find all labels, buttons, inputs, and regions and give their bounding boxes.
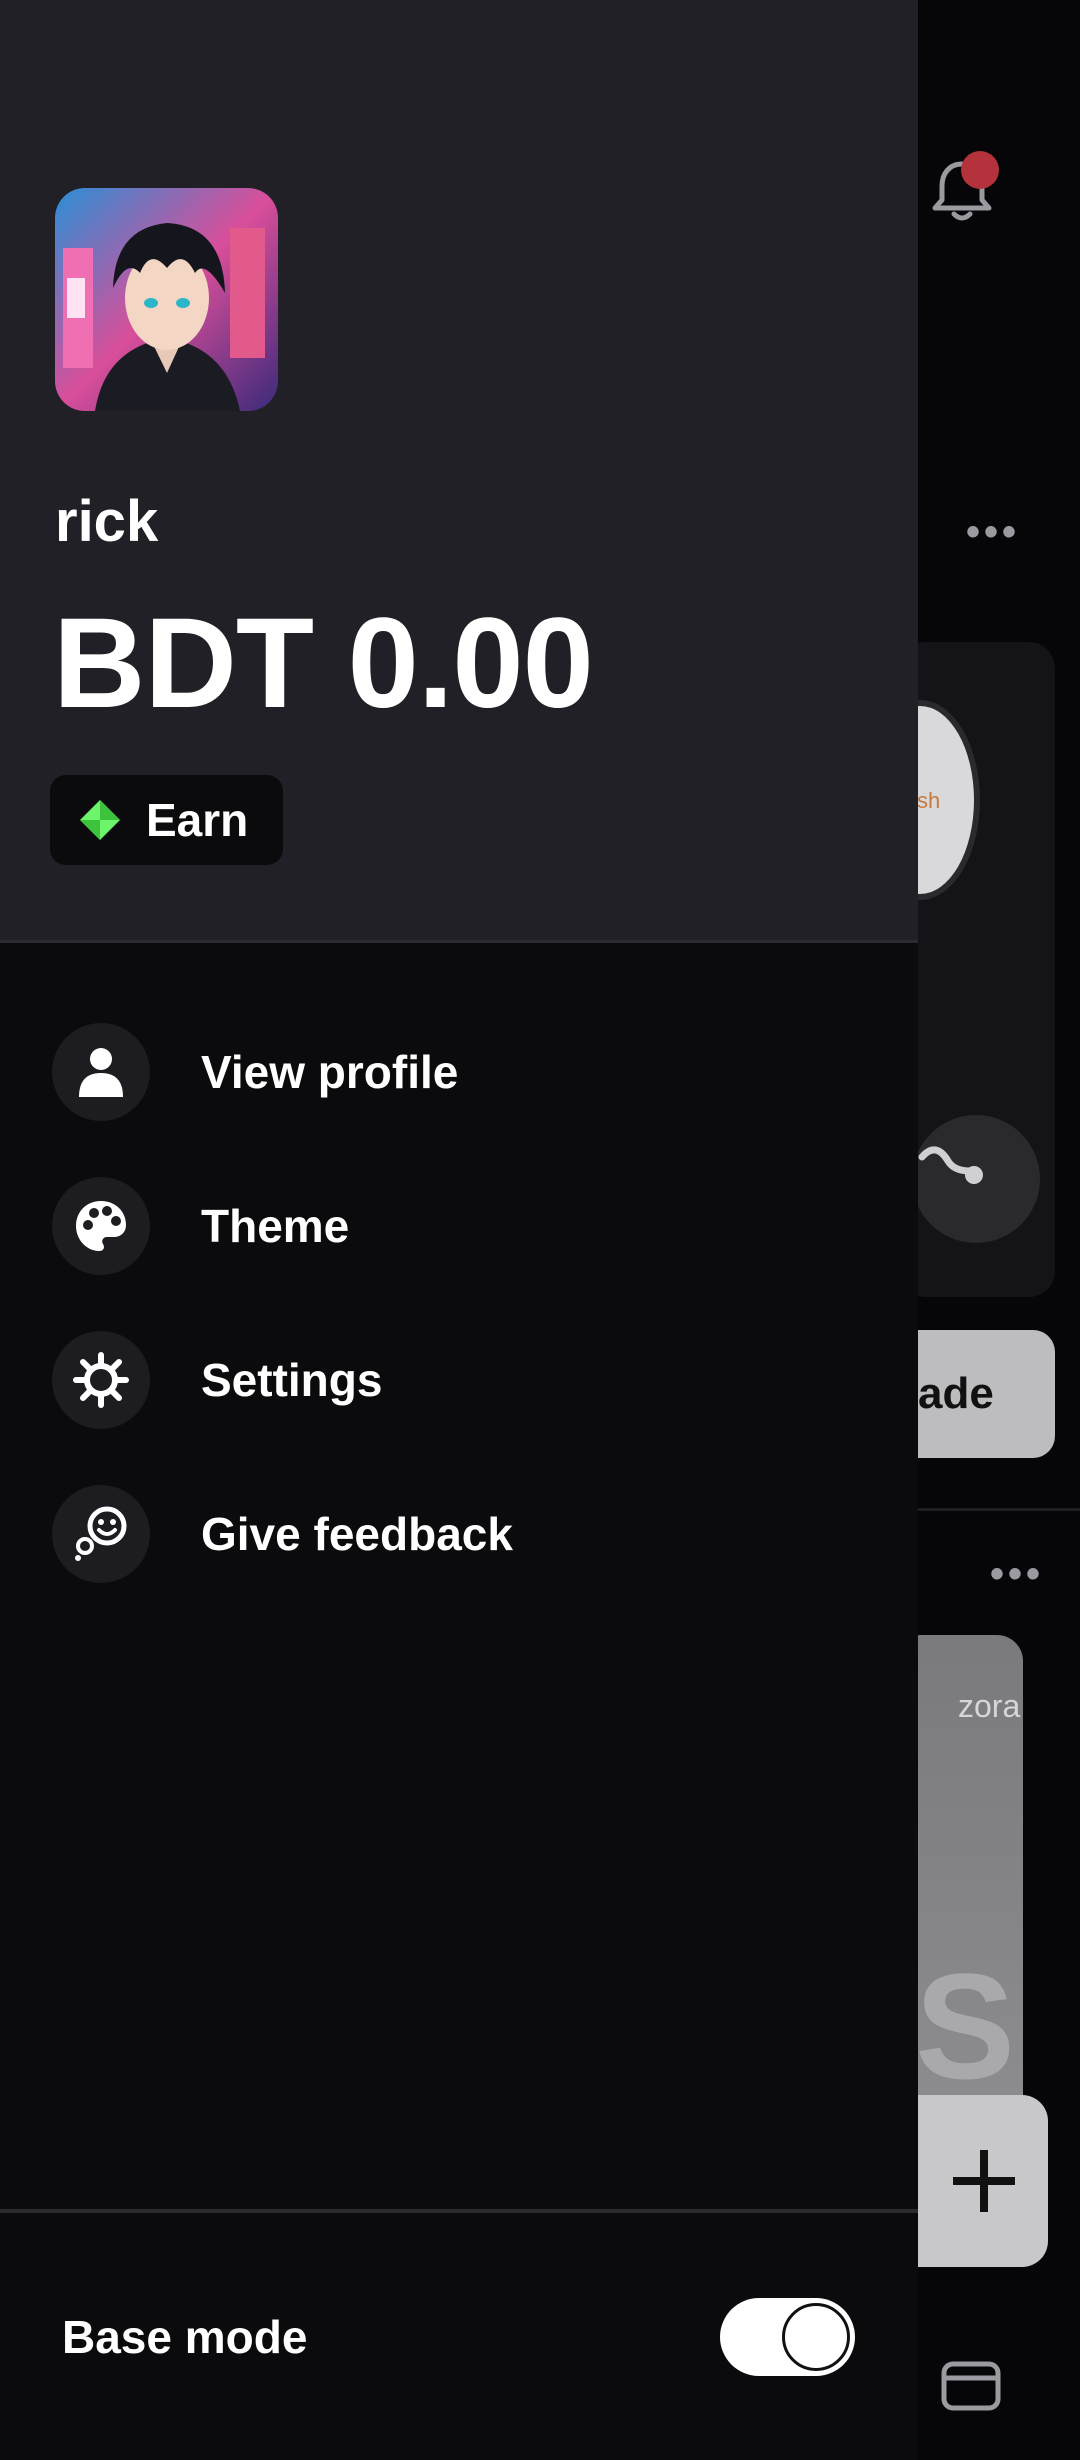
earn-label: Earn xyxy=(146,794,249,846)
wallet-tab-icon[interactable] xyxy=(940,2352,1002,2414)
media-source-label: zora xyxy=(958,1688,1021,1724)
diamond-icon xyxy=(80,800,120,840)
person-icon xyxy=(52,1023,150,1121)
coin-label: sh xyxy=(917,788,941,813)
menu-label: Theme xyxy=(201,1200,350,1252)
palette-icon xyxy=(52,1177,150,1275)
menu-item-theme[interactable]: Theme xyxy=(0,1166,918,1286)
plus-icon xyxy=(953,2150,1015,2212)
avatar-image xyxy=(55,188,278,411)
more-options-icon[interactable]: ••• xyxy=(966,510,1020,555)
username: rick xyxy=(55,489,159,554)
drawer-header: rick BDT 0.00 Earn xyxy=(0,0,918,943)
earn-button[interactable]: Earn xyxy=(50,775,283,865)
base-mode-label: Base mode xyxy=(62,2311,308,2363)
menu-item-give-feedback[interactable]: Give feedback xyxy=(0,1474,918,1594)
menu-label: Give feedback xyxy=(201,1508,513,1560)
divider xyxy=(0,2209,918,2213)
chart-button[interactable] xyxy=(912,1115,1040,1243)
more-options-icon[interactable]: ••• xyxy=(990,1552,1044,1597)
base-mode-toggle[interactable] xyxy=(720,2298,855,2376)
notification-dot xyxy=(961,151,999,189)
menu-item-settings[interactable]: Settings xyxy=(0,1320,918,1440)
trend-icon xyxy=(918,1146,983,1184)
divider xyxy=(900,1508,1080,1511)
menu-label: Settings xyxy=(201,1354,383,1406)
avatar[interactable] xyxy=(55,188,278,411)
toggle-knob xyxy=(782,2303,850,2371)
menu-label: View profile xyxy=(201,1046,459,1098)
feedback-icon xyxy=(52,1485,150,1583)
gear-icon xyxy=(52,1331,150,1429)
navigation-drawer: rick BDT 0.00 Earn View profile Theme Se… xyxy=(0,0,918,2460)
balance-amount: BDT 0.00 xyxy=(53,592,594,735)
menu-item-view-profile[interactable]: View profile xyxy=(0,1012,918,1132)
media-title-text: S xyxy=(915,1942,1016,2110)
